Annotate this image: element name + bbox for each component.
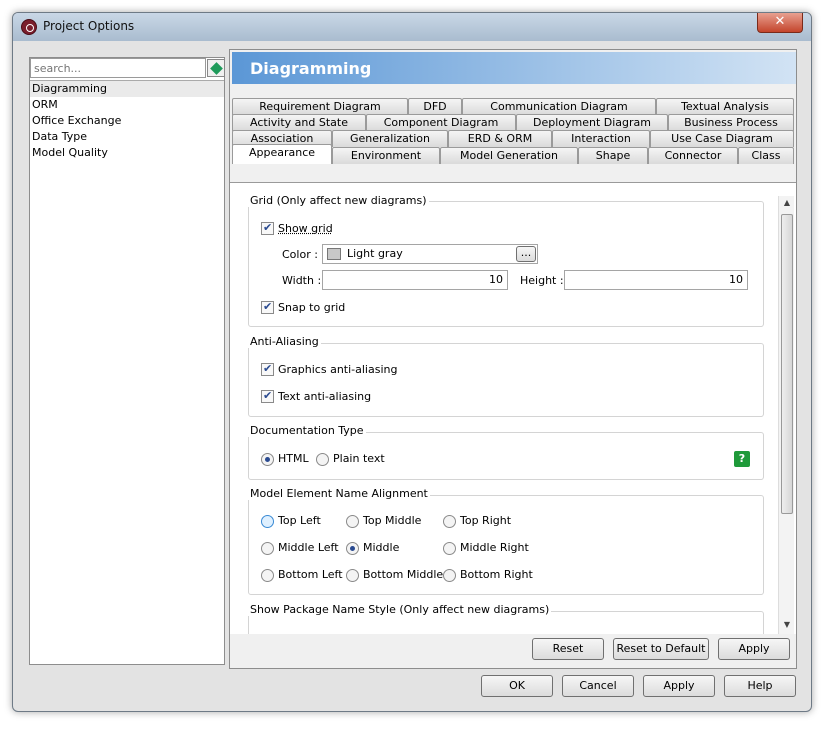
anti-aliasing-label: Anti-Aliasing xyxy=(248,335,321,348)
align-bottom-right-radio[interactable] xyxy=(443,569,456,582)
align-top-left-label: Top Left xyxy=(278,514,321,527)
options-navigator: Diagramming ORM Office Exchange Data Typ… xyxy=(29,57,225,665)
text-anti-aliasing-label: Text anti-aliasing xyxy=(278,390,372,403)
tab-business-process[interactable]: Business Process xyxy=(668,114,794,131)
tab-model-generation[interactable]: Model Generation xyxy=(440,147,578,164)
align-middle-right-label: Middle Right xyxy=(460,541,529,554)
show-grid-checkbox[interactable] xyxy=(261,221,274,235)
graphics-anti-aliasing-checkbox[interactable] xyxy=(261,362,274,376)
title-bar[interactable]: Project Options ✕ xyxy=(13,13,811,41)
ok-button[interactable]: OK xyxy=(481,675,553,697)
scroll-thumb[interactable] xyxy=(781,214,793,514)
tree-item-orm[interactable]: ORM xyxy=(30,97,224,113)
tab-shape[interactable]: Shape xyxy=(578,147,648,164)
documentation-type-label: Documentation Type xyxy=(248,424,366,437)
reset-button[interactable]: Reset xyxy=(532,638,604,660)
tree-item-office-exchange[interactable]: Office Exchange xyxy=(30,113,224,129)
tab-use-case-diagram[interactable]: Use Case Diagram xyxy=(650,130,794,147)
appearance-settings: Grid (Only affect new diagrams) Show gri… xyxy=(230,182,796,634)
align-bottom-middle-label: Bottom Middle xyxy=(363,568,444,581)
grid-height-input[interactable]: 10 xyxy=(564,270,748,290)
settings-panel: Diagramming Requirement Diagram DFD Comm… xyxy=(229,49,797,669)
tab-deployment-diagram[interactable]: Deployment Diagram xyxy=(516,114,668,131)
tab-environment[interactable]: Environment xyxy=(332,147,440,164)
search-button[interactable] xyxy=(207,59,225,77)
tab-requirement-diagram[interactable]: Requirement Diagram xyxy=(232,98,408,115)
tab-activity-and-state[interactable]: Activity and State xyxy=(232,114,366,131)
align-top-middle-radio[interactable] xyxy=(346,515,359,528)
section-title: Diagramming xyxy=(250,59,372,78)
show-grid-label: Show grid xyxy=(278,222,333,235)
tree-item-model-quality[interactable]: Model Quality xyxy=(30,145,224,161)
scroll-up-icon[interactable]: ▲ xyxy=(782,198,792,207)
scroll-down-icon[interactable]: ▼ xyxy=(782,620,792,629)
align-bottom-right-label: Bottom Right xyxy=(460,568,533,581)
grid-width-input[interactable]: 10 xyxy=(322,270,508,290)
close-button[interactable]: ✕ xyxy=(757,13,803,33)
tab-textual-analysis[interactable]: Textual Analysis xyxy=(656,98,794,115)
anti-aliasing-group xyxy=(248,343,764,417)
align-bottom-middle-radio[interactable] xyxy=(346,569,359,582)
align-bottom-left-label: Bottom Left xyxy=(278,568,343,581)
search-input[interactable] xyxy=(30,58,206,78)
reset-to-default-button[interactable]: Reset to Default xyxy=(613,638,709,660)
align-middle-radio[interactable] xyxy=(346,542,359,555)
align-top-middle-label: Top Middle xyxy=(363,514,422,527)
align-middle-label: Middle xyxy=(363,541,400,554)
tree-item-data-type[interactable]: Data Type xyxy=(30,129,224,145)
tab-class[interactable]: Class xyxy=(738,147,794,164)
name-alignment-label: Model Element Name Alignment xyxy=(248,487,430,500)
diamond-icon xyxy=(210,62,223,75)
tab-dfd[interactable]: DFD xyxy=(408,98,462,115)
snap-to-grid-checkbox[interactable] xyxy=(261,300,274,314)
package-name-style-label: Show Package Name Style (Only affect new… xyxy=(248,603,552,616)
align-top-right-label: Top Right xyxy=(460,514,512,527)
color-label: Color : xyxy=(282,248,318,261)
snap-to-grid-label: Snap to grid xyxy=(278,301,346,314)
window-title: Project Options xyxy=(43,19,135,33)
app-icon xyxy=(21,19,37,35)
color-picker-button[interactable]: ... xyxy=(516,246,536,262)
graphics-anti-aliasing-label: Graphics anti-aliasing xyxy=(278,363,398,376)
grid-color-value: Light gray xyxy=(347,247,403,260)
tab-generalization[interactable]: Generalization xyxy=(332,130,448,147)
tab-appearance[interactable]: Appearance xyxy=(232,144,332,164)
html-label: HTML xyxy=(278,452,309,465)
color-swatch xyxy=(327,248,341,260)
cancel-button[interactable]: Cancel xyxy=(562,675,634,697)
dialog-apply-button[interactable]: Apply xyxy=(643,675,715,697)
align-top-right-radio[interactable] xyxy=(443,515,456,528)
align-middle-left-radio[interactable] xyxy=(261,542,274,555)
align-top-left-radio[interactable] xyxy=(261,515,274,528)
width-label: Width : xyxy=(282,274,322,287)
tree-item-diagramming[interactable]: Diagramming xyxy=(30,81,224,97)
plain-text-radio[interactable] xyxy=(316,453,329,466)
help-button[interactable]: Help xyxy=(724,675,796,697)
content-scrollbar[interactable]: ▲ ▼ xyxy=(778,196,794,634)
project-options-window: Project Options ✕ Diagramming ORM Office… xyxy=(12,12,812,712)
section-header: Diagramming xyxy=(232,52,796,84)
panel-apply-button[interactable]: Apply xyxy=(718,638,790,660)
tab-interaction[interactable]: Interaction xyxy=(552,130,650,147)
html-radio[interactable] xyxy=(261,453,274,466)
category-tree: Diagramming ORM Office Exchange Data Typ… xyxy=(30,80,224,161)
tab-connector[interactable]: Connector xyxy=(648,147,738,164)
text-anti-aliasing-checkbox[interactable] xyxy=(261,389,274,403)
grid-group-label: Grid (Only affect new diagrams) xyxy=(248,194,429,207)
tab-component-diagram[interactable]: Component Diagram xyxy=(366,114,516,131)
tab-communication-diagram[interactable]: Communication Diagram xyxy=(462,98,656,115)
align-middle-left-label: Middle Left xyxy=(278,541,339,554)
height-label: Height : xyxy=(520,274,564,287)
tab-erd-orm[interactable]: ERD & ORM xyxy=(448,130,552,147)
align-middle-right-radio[interactable] xyxy=(443,542,456,555)
help-icon[interactable]: ? xyxy=(734,451,750,467)
align-bottom-left-radio[interactable] xyxy=(261,569,274,582)
grid-color-field[interactable]: Light gray xyxy=(322,244,538,264)
plain-text-label: Plain text xyxy=(333,452,385,465)
